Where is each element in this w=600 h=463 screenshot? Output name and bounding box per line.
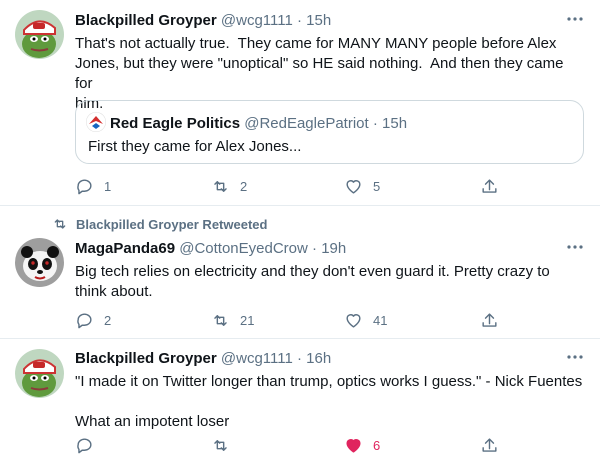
more-icon[interactable] xyxy=(566,352,584,362)
separator: · xyxy=(372,115,378,132)
share-button[interactable] xyxy=(480,175,499,197)
avatar-pepe-icon[interactable] xyxy=(15,10,64,59)
like-button[interactable]: 6 xyxy=(344,434,380,456)
tweet-header: MagaPanda69 @CottonEyedCrow · 19h xyxy=(75,240,346,257)
like-button[interactable]: 41 xyxy=(344,309,387,331)
retweet-button[interactable]: 2 xyxy=(211,175,247,197)
more-icon[interactable] xyxy=(566,242,584,252)
more-icon[interactable] xyxy=(566,14,584,24)
quoted-tweet[interactable]: Red Eagle Politics @RedEaglePatriot · 15… xyxy=(75,100,584,164)
red-eagle-avatar-icon xyxy=(86,112,106,132)
retweet-icon xyxy=(214,314,227,326)
tweet-header: Blackpilled Groyper @wcg1111 · 16h xyxy=(75,350,331,367)
retweet-button[interactable] xyxy=(211,434,230,456)
quoted-tweet-header: Red Eagle Politics @RedEaglePatriot · 15… xyxy=(86,112,407,132)
avatar-panda-icon[interactable] xyxy=(15,238,64,287)
tweet-text: Big tech relies on electricity and they … xyxy=(75,263,550,300)
author-name[interactable]: MagaPanda69 xyxy=(75,240,175,257)
reply-icon xyxy=(77,178,92,194)
tweet-2[interactable]: MagaPanda69 @CottonEyedCrow · 19h Big te… xyxy=(0,206,600,339)
tweet-actions: 6 xyxy=(75,434,497,458)
avatar-pepe-icon[interactable] xyxy=(15,349,64,398)
reply-button[interactable]: 2 xyxy=(75,309,111,331)
share-button[interactable] xyxy=(480,309,499,331)
retweet-icon xyxy=(214,439,227,451)
tweet-1[interactable]: Blackpilled Groyper @wcg1111 · 15h That'… xyxy=(0,0,600,206)
reply-icon xyxy=(77,437,92,453)
like-count: 41 xyxy=(373,312,388,328)
like-button[interactable]: 5 xyxy=(344,175,380,197)
tweet-time[interactable]: 16h xyxy=(306,350,331,367)
reply-count: 2 xyxy=(104,312,112,328)
share-icon xyxy=(482,312,497,327)
share-icon xyxy=(482,178,497,193)
author-name[interactable]: Blackpilled Groyper xyxy=(75,350,217,367)
share-button[interactable] xyxy=(480,434,499,456)
quoted-author-name: Red Eagle Politics xyxy=(110,115,241,132)
reply-button[interactable]: 1 xyxy=(75,175,111,197)
tweet-actions: 1 2 5 xyxy=(75,175,497,199)
like-icon xyxy=(346,313,361,328)
reply-icon xyxy=(77,312,92,328)
quoted-author-handle: @RedEaglePatriot xyxy=(244,115,369,132)
like-icon xyxy=(346,438,361,453)
like-count: 5 xyxy=(373,178,381,194)
like-icon xyxy=(346,179,361,194)
quoted-tweet-time: 15h xyxy=(382,115,408,132)
author-name[interactable]: Blackpilled Groyper xyxy=(75,12,217,29)
separator: · xyxy=(312,240,318,257)
tweet-text: "I made it on Twitter longer than trump,… xyxy=(75,373,583,430)
separator: · xyxy=(297,12,302,29)
tweet-time[interactable]: 15h xyxy=(306,12,331,29)
retweet-icon xyxy=(214,180,227,192)
retweet-button[interactable]: 21 xyxy=(211,309,254,331)
retweet-count: 21 xyxy=(240,312,255,328)
author-handle[interactable]: @CottonEyedCrow xyxy=(179,240,308,257)
retweet-count: 2 xyxy=(240,178,248,194)
like-count: 6 xyxy=(373,437,381,453)
share-icon xyxy=(482,437,497,452)
tweet-actions: 2 21 41 xyxy=(75,309,497,333)
tweet-header: Blackpilled Groyper @wcg1111 · 15h xyxy=(75,12,331,29)
separator: · xyxy=(297,350,302,367)
reply-button[interactable] xyxy=(75,434,94,456)
tweet-3[interactable]: Blackpilled Groyper @wcg1111 · 16h "I ma… xyxy=(0,339,600,463)
author-handle[interactable]: @wcg1111 xyxy=(221,350,293,367)
quoted-tweet-text: First they came for Alex Jones... xyxy=(88,138,302,155)
author-handle[interactable]: @wcg1111 xyxy=(221,12,293,29)
reply-count: 1 xyxy=(104,178,112,194)
tweet-time[interactable]: 19h xyxy=(321,240,346,257)
